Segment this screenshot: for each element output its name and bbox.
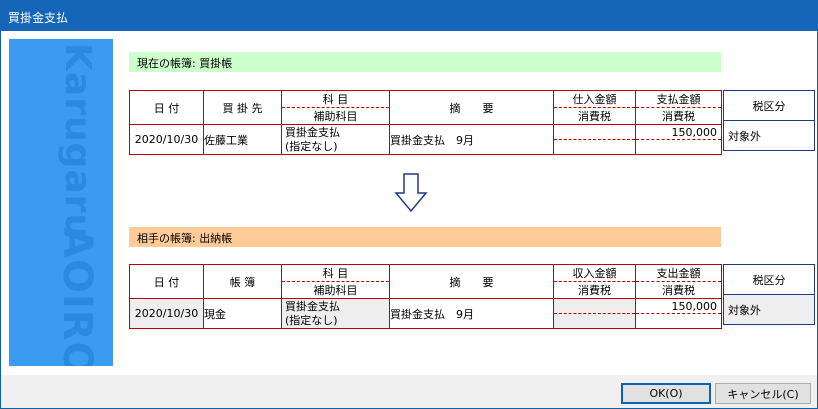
current-book-label: 現在の帳簿: 買掛帳 [129,52,721,72]
table-header-row: 日 付 買 掛 先 科 目 補助科目 摘 要 仕入金額 消費税 支払金額 消費税 [129,90,722,125]
cell-out-tax [636,140,721,154]
table-row: 2020/10/30 佐藤工業 買掛金支払 (指定なし) 買掛金支払 9月 15… [129,124,722,155]
cell-date: 2020/10/30 [129,124,204,155]
table-header-row: 日 付 帳 簿 科 目 補助科目 摘 要 収入金額 消費税 支出金額 消費税 [129,264,722,299]
cell-in-amount [554,125,635,140]
cell-out-amount: 150,000 [636,125,721,140]
header-in-tax: 消費税 [578,110,611,123]
dialog-content: Karugaru AOIRO 現在の帳簿: 買掛帳 日 付 買 掛 先 科 目 … [1,31,817,375]
header-tax-category: 税区分 [724,265,814,295]
cell-book: 現金 [203,298,282,329]
current-tax-category-box: 税区分 対象外 [723,90,815,151]
header-sub-account: 補助科目 [313,110,358,123]
header-in-amount: 収入金額 [554,265,635,282]
cell-sub-account: (指定なし) [285,313,338,327]
header-book: 帳 簿 [203,264,282,299]
partner-book-table: 日 付 帳 簿 科 目 補助科目 摘 要 収入金額 消費税 支出金額 消費税 2… [129,264,722,329]
header-tax-category: 税区分 [724,91,814,121]
cell-date: 2020/10/30 [129,298,204,329]
cell-out-amount: 150,000 [636,299,721,314]
window-title: 買掛金支払 [8,11,69,25]
cell-sub-account: (指定なし) [285,139,338,153]
header-out-tax: 消費税 [662,284,695,297]
cell-account: 買掛金支払 [285,299,340,313]
header-date: 日 付 [129,264,204,299]
cell-in-amount [554,299,635,314]
table-row: 2020/10/30 現金 買掛金支払 (指定なし) 買掛金支払 9月 150,… [129,298,722,329]
brand-panel: Karugaru AOIRO [9,39,113,366]
cell-summary: 買掛金支払 9月 [389,124,554,155]
cell-tax-category: 対象外 [728,129,761,143]
header-summary: 摘 要 [389,90,554,125]
brand-wordmark-aoiro: AOIRO [54,227,100,366]
header-sub-account: 補助科目 [313,284,358,297]
header-in-amount: 仕入金額 [554,91,635,108]
header-account: 科 目 [282,91,389,108]
cell-in-tax [554,314,635,328]
brand-wordmark-karugaru: Karugaru [57,43,98,241]
header-out-tax: 消費税 [662,110,695,123]
title-bar[interactable]: 買掛金支払 [0,0,818,31]
cell-tax-category: 対象外 [724,295,814,324]
header-date: 日 付 [129,90,204,125]
transfer-dialog: Karugaru AOIRO 現在の帳簿: 買掛帳 日 付 買 掛 先 科 目 … [1,31,817,408]
cancel-button[interactable]: キャンセル(C) [715,383,811,404]
cell-summary: 買掛金支払 9月 [389,298,554,329]
down-arrow-icon [394,173,428,213]
header-account: 科 目 [282,265,389,282]
partner-book-label: 相手の帳簿: 出納帳 [129,227,721,247]
header-summary: 摘 要 [389,264,554,299]
header-in-tax: 消費税 [578,284,611,297]
cell-partner: 佐藤工業 [203,124,282,155]
header-out-amount: 支払金額 [636,91,721,108]
ok-button[interactable]: OK(O) [621,383,711,404]
partner-tax-category-box: 税区分 対象外 [723,264,815,325]
header-out-amount: 支出金額 [636,265,721,282]
current-book-table: 日 付 買 掛 先 科 目 補助科目 摘 要 仕入金額 消費税 支払金額 消費税… [129,90,722,155]
cell-out-tax [636,314,721,328]
cell-account: 買掛金支払 [285,125,340,139]
cell-in-tax [554,140,635,154]
header-partner: 買 掛 先 [203,90,282,125]
